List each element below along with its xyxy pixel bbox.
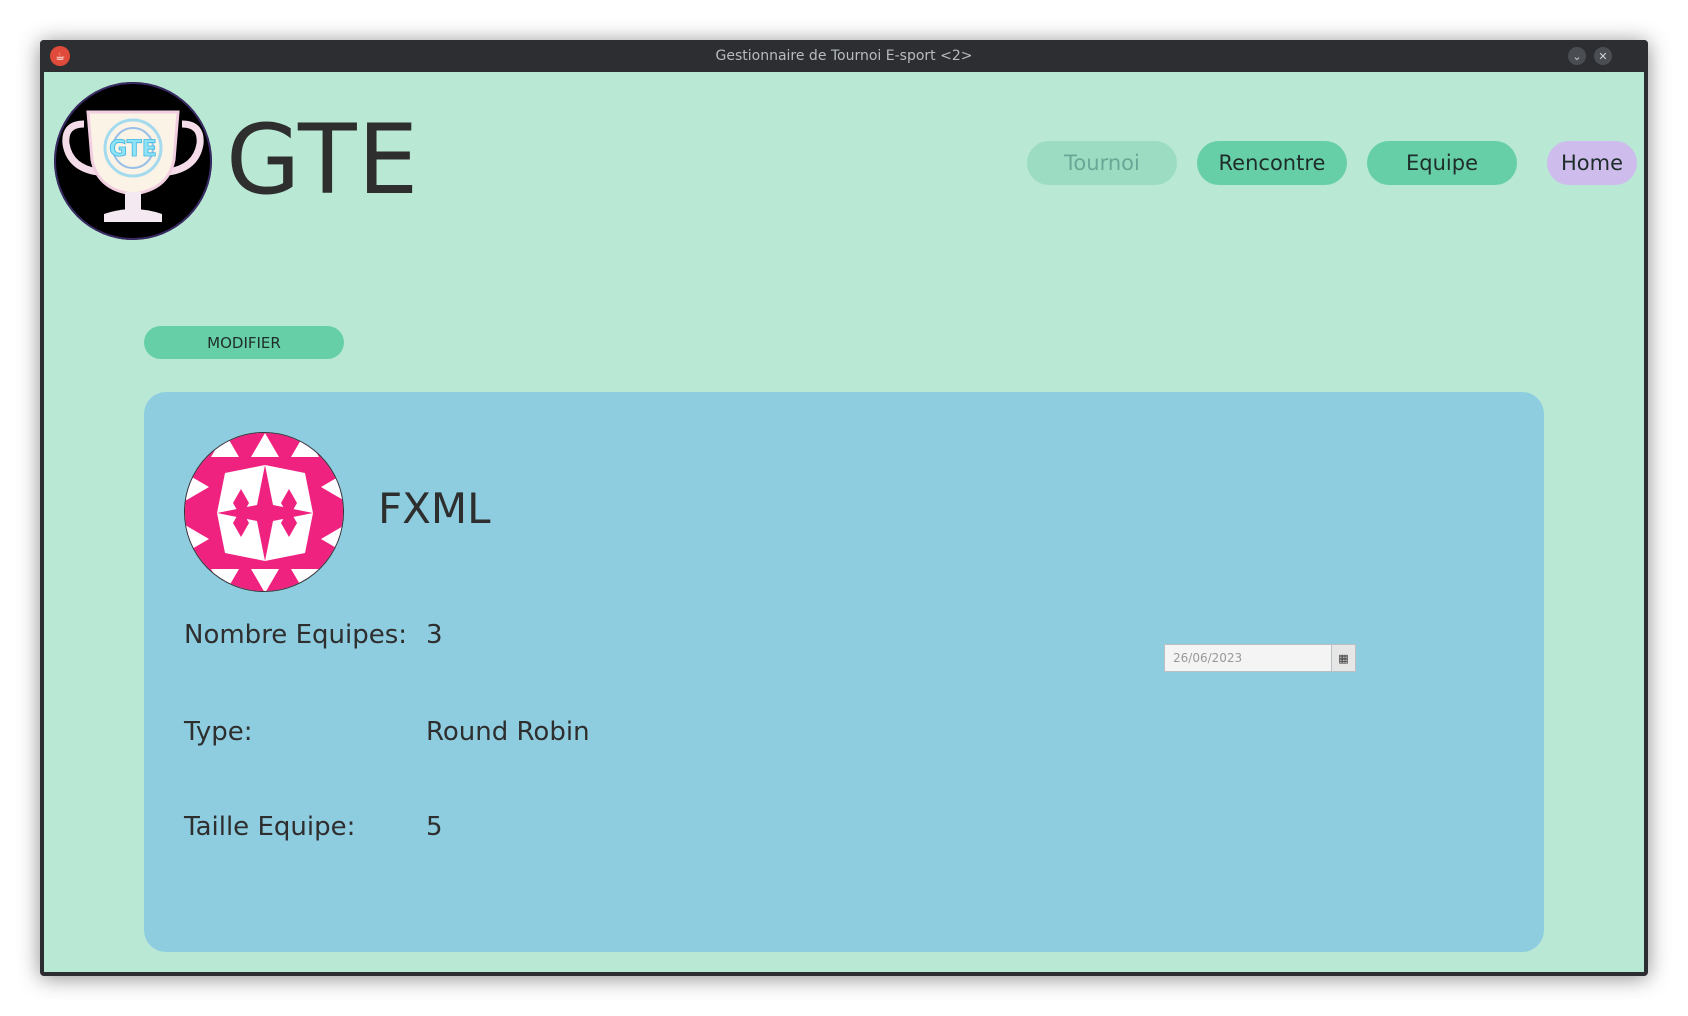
- modifier-button[interactable]: MODIFIER: [144, 326, 344, 359]
- logo-text: GTE: [109, 137, 157, 162]
- tournament-card: FXML Nombre Equipes: 3 Type: Round Robin…: [144, 392, 1544, 952]
- java-app-icon: ☕: [50, 46, 70, 66]
- type-label: Type:: [184, 717, 253, 747]
- taille-equipe-value: 5: [426, 812, 443, 842]
- app-window: ☕ Gestionnaire de Tournoi E-sport <2> ⌄ …: [40, 40, 1648, 976]
- main-content: GTE GTE Tournoi Rencontre Equipe Home MO…: [44, 72, 1644, 972]
- title-bar: ☕ Gestionnaire de Tournoi E-sport <2> ⌄ …: [40, 40, 1648, 72]
- type-value: Round Robin: [426, 717, 590, 747]
- minimize-button[interactable]: ⌄: [1568, 47, 1586, 65]
- calendar-icon[interactable]: ▦: [1331, 645, 1355, 671]
- date-picker[interactable]: ▦: [1164, 644, 1356, 672]
- nombre-equipes-value: 3: [426, 620, 443, 650]
- trophy-logo: GTE: [54, 82, 212, 240]
- nav-tournoi-button[interactable]: Tournoi: [1027, 141, 1177, 185]
- tournament-avatar: [184, 432, 344, 592]
- date-input[interactable]: [1165, 645, 1331, 671]
- close-button[interactable]: ✕: [1594, 47, 1612, 65]
- app-name: GTE: [226, 104, 420, 216]
- window-title: Gestionnaire de Tournoi E-sport <2>: [715, 48, 973, 64]
- nav-home-button[interactable]: Home: [1547, 141, 1637, 185]
- tournament-name: FXML: [378, 484, 491, 533]
- nombre-equipes-label: Nombre Equipes:: [184, 620, 408, 650]
- nav-rencontre-button[interactable]: Rencontre: [1197, 141, 1347, 185]
- taille-equipe-label: Taille Equipe:: [184, 812, 356, 842]
- nav-equipe-button[interactable]: Equipe: [1367, 141, 1517, 185]
